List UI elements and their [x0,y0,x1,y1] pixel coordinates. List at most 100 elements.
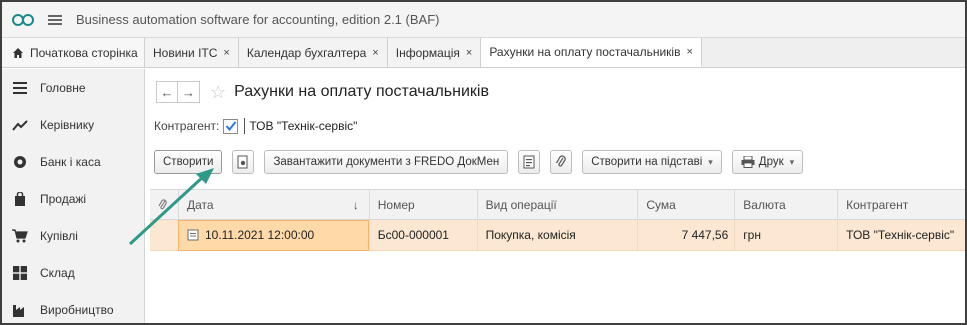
sidebar-item-sales[interactable]: Продажі [2,180,144,217]
column-header-sum[interactable]: Сума [637,189,734,220]
column-header-label: Сума [646,197,676,212]
currency-cell: грн [734,219,837,251]
sidebar-item-label: Продажі [40,191,87,206]
filter-label: Контрагент: [154,119,220,133]
close-icon[interactable]: × [466,47,472,59]
sidebar: Головне Керівнику Банк і каса Продажі Ку… [2,69,145,323]
create-button[interactable]: Створити [154,150,223,174]
chevron-down-icon: ▾ [708,156,713,167]
counterparty-value: ТОВ "Технік-сервіс" [846,228,955,242]
paperclip-icon [556,155,566,167]
tab-information[interactable]: Інформація × [387,38,482,67]
sidebar-item-label: Головне [40,80,86,95]
app-logo-icon [10,11,36,29]
column-header-label: Номер [377,197,415,212]
menu-lines-icon [12,80,28,96]
operation-cell: Покупка, комісія [476,219,638,251]
sidebar-item-warehouse[interactable]: Склад [2,254,144,291]
sidebar-item-main[interactable]: Головне [2,69,144,106]
tab-home-label: Початкова сторінка [30,45,138,60]
sidebar-item-label: Банк і каса [40,154,101,169]
create-button-label: Створити [163,156,214,168]
column-header-label: Контрагент [846,197,909,212]
print-label: Друк [758,156,784,168]
table-row[interactable]: 10.11.2021 12:00:00 Бс00-000001 Покупка,… [150,219,965,251]
tabs-bar: Початкова сторінка Новини ІТС × Календар… [2,38,965,68]
sidebar-item-bank-cash[interactable]: Банк і каса [2,143,144,180]
page-title: Рахунки на оплату постачальників [234,83,489,100]
attachment-column-header[interactable] [150,189,178,220]
sidebar-item-label: Виробництво [40,302,114,317]
tab-news-its[interactable]: Новини ІТС × [145,38,239,67]
warehouse-grid-icon [12,265,28,281]
arrow-right-icon: → [182,84,195,100]
load-fredo-label: Завантажити документи з FREDO ДокМен [273,156,500,168]
app-window: Business automation software for account… [0,0,967,325]
sum-value: 7 447,56 [681,228,729,242]
main-menu-icon[interactable] [48,14,62,25]
toolbar: Створити Завантажити документи з FREDO Д… [154,150,957,174]
tab-home[interactable]: Початкова сторінка [2,38,145,67]
sidebar-item-label: Склад [40,265,75,280]
sidebar-item-production[interactable]: Виробництво [2,291,144,323]
sidebar-item-purchases[interactable]: Купівлі [2,217,144,254]
create-based-on-button[interactable]: Створити на підставі ▾ [582,150,722,174]
column-header-label: Вид операції [485,197,557,212]
shopping-cart-icon [12,228,28,244]
attachment-button[interactable] [550,150,573,174]
number-value: Бс00-000001 [377,228,449,242]
trend-chart-icon [12,117,28,133]
shopping-bag-icon [12,191,28,207]
paperclip-icon [158,198,167,209]
factory-icon [12,302,28,318]
print-button[interactable]: Друк ▾ [731,150,804,174]
close-icon[interactable]: × [372,47,378,59]
operation-value: Покупка, комісія [485,228,576,242]
copy-document-icon [237,155,248,169]
column-header-date[interactable]: Дата ↓ [177,189,369,220]
create-based-on-label: Створити на підставі [591,156,703,168]
column-header-number[interactable]: Номер [368,189,477,220]
load-fredo-button[interactable]: Завантажити документи з FREDO ДокМен [264,150,509,174]
counterparty-cell: ТОВ "Технік-сервіс" [837,219,965,251]
tab-label: Новини ІТС [153,45,218,60]
currency-value: грн [743,228,761,242]
column-header-label: Валюта [743,197,786,212]
sidebar-item-label: Керівнику [40,117,95,132]
tab-label: Інформація [395,45,460,60]
home-icon [13,47,23,58]
tab-supplier-invoices[interactable]: Рахунки на оплату постачальників × [481,38,702,67]
tab-accountant-calendar[interactable]: Календар бухгалтера × [238,38,388,67]
report-icon [523,155,535,169]
attachment-cell [150,220,178,251]
favorite-star-icon[interactable]: ☆ [210,82,226,103]
filter-checkbox[interactable] [223,118,239,134]
sidebar-item-manager[interactable]: Керівнику [2,106,144,143]
invoices-table: Дата ↓ Номер Вид операції Сума Валюта Ко… [150,189,965,251]
column-header-counterparty[interactable]: Контрагент [837,189,965,220]
copy-document-button[interactable] [232,150,255,174]
filter-value-field[interactable]: ТОВ "Технік-сервіс" [244,118,357,134]
document-icon [187,229,199,241]
table-header: Дата ↓ Номер Вид операції Сума Валюта Ко… [150,189,965,220]
checkmark-icon [225,121,237,132]
counterparty-filter: Контрагент: ТОВ "Технік-сервіс" [154,118,357,134]
close-icon[interactable]: × [686,46,692,58]
report-button[interactable] [518,150,541,174]
app-title: Business automation software for account… [76,12,440,27]
printer-icon [741,156,755,168]
column-header-operation[interactable]: Вид операції [476,189,638,220]
page-header: ← → ☆ Рахунки на оплату постачальників [156,81,489,103]
date-cell[interactable]: 10.11.2021 12:00:00 [177,219,369,251]
sidebar-item-label: Купівлі [40,228,78,243]
tab-label: Рахунки на оплату постачальників [489,45,681,59]
sort-descending-icon: ↓ [352,197,359,212]
back-button[interactable]: ← [156,81,178,103]
title-bar: Business automation software for account… [2,2,965,38]
close-icon[interactable]: × [223,47,229,59]
column-header-label: Дата [186,197,214,212]
forward-button[interactable]: → [178,81,200,103]
chevron-down-icon: ▾ [789,156,795,167]
column-header-currency[interactable]: Валюта [734,189,837,220]
arrow-left-icon: ← [160,84,174,100]
